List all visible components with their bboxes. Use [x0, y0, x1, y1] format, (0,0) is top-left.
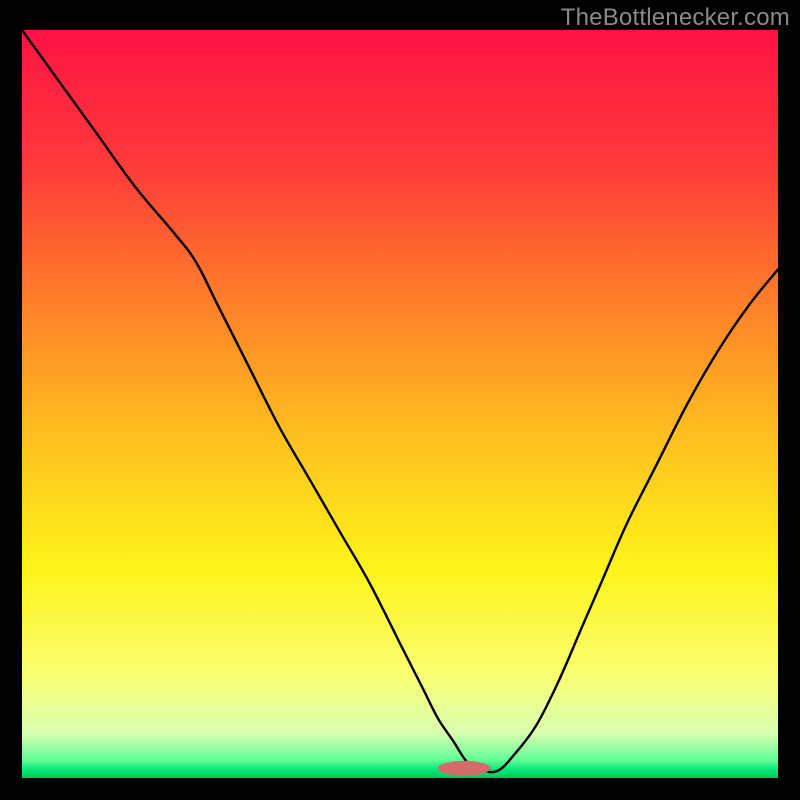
plot-area — [22, 30, 778, 778]
chart-svg — [22, 30, 778, 778]
watermark-text: TheBottlenecker.com — [561, 4, 790, 32]
optimal-point-marker — [438, 761, 491, 776]
chart-frame: TheBottlenecker.com — [0, 0, 800, 800]
gradient-background — [22, 30, 778, 778]
